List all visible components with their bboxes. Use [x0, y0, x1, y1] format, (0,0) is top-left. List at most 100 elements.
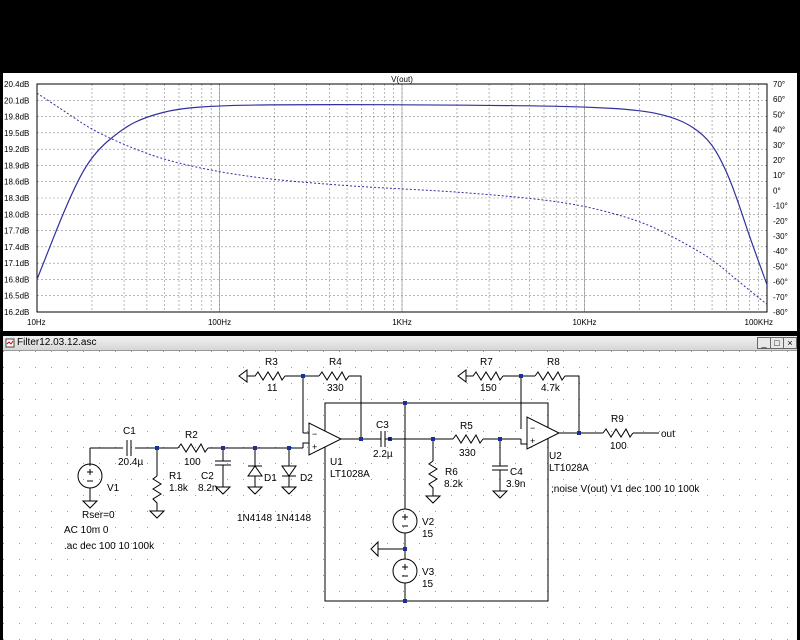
- value-d1: 1N4148: [237, 513, 272, 524]
- y-left-tick-label: 16.8dB: [4, 275, 29, 284]
- svg-text:−: −: [312, 429, 317, 439]
- y-right-tick-label: -70°: [773, 293, 788, 302]
- value-u2: LT1028A: [549, 463, 589, 474]
- waveform-plot-pane[interactable]: V(out) 20.4dB 20.1dB 19.8dB 19.5dB 19.2dB 18.…: [3, 73, 797, 331]
- label-r2: R2: [185, 430, 198, 441]
- bode-plot: V(out) 20.4dB 20.1dB 19.8dB 19.5dB 19.2dB 18.…: [4, 75, 788, 327]
- value-u1: LT1028A: [330, 469, 370, 480]
- schematic-canvas[interactable]: − + − + C1 20.4µ R2 100 R1 1.8k C2 8.2n …: [3, 351, 797, 640]
- x-axis-labels: 10Hz 100Hz 1KHz 10KHz 100KHz: [27, 318, 773, 327]
- label-r1: R1: [169, 471, 182, 482]
- value-c2: 8.2n: [198, 483, 217, 494]
- y-left-tick-label: 20.1dB: [4, 96, 29, 105]
- value-c3: 2.2µ: [373, 449, 393, 460]
- label-c3: C3: [376, 420, 389, 431]
- y-right-tick-label: 40°: [773, 126, 785, 135]
- y-right-tick-label: 10°: [773, 171, 785, 180]
- label-u1: U1: [330, 457, 343, 468]
- maximize-button[interactable]: □: [770, 337, 784, 349]
- schematic-grid: [3, 351, 797, 640]
- y-right-tick-label: 60°: [773, 95, 785, 104]
- y-left-tick-label: 16.5dB: [4, 292, 29, 301]
- value-v1-ac: AC 10m 0: [64, 525, 109, 536]
- label-c2: C2: [201, 471, 214, 482]
- y-right-tick-label: 0°: [773, 186, 781, 195]
- schematic-window[interactable]: Filter12.03.12.asc _ □ × − + − + C1 20.4…: [3, 336, 797, 640]
- schematic-doc-icon: [5, 338, 15, 348]
- label-c1: C1: [123, 426, 136, 437]
- label-c4: C4: [510, 467, 523, 478]
- y-right-tick-label: -10°: [773, 202, 788, 211]
- y-left-tick-label: 18.0dB: [4, 210, 29, 219]
- label-r6: R6: [445, 467, 458, 478]
- value-v3: 15: [422, 579, 434, 590]
- y-right-tick-label: -20°: [773, 217, 788, 226]
- plot-grid: [36, 83, 768, 313]
- value-c1: 20.4µ: [118, 457, 143, 468]
- minimize-button[interactable]: _: [757, 337, 771, 349]
- trace-label-vout[interactable]: V(out): [391, 75, 413, 84]
- y-left-tick-label: 19.2dB: [4, 145, 29, 154]
- x-tick-label: 10KHz: [572, 318, 596, 327]
- y-right-tick-label: 30°: [773, 141, 785, 150]
- y-left-tick-label: 18.3dB: [4, 194, 29, 203]
- noise-directive[interactable]: ;noise V(out) V1 dec 100 10 100k: [551, 484, 700, 495]
- window-titlebar[interactable]: Filter12.03.12.asc _ □ ×: [3, 336, 797, 351]
- window-title: Filter12.03.12.asc: [17, 337, 97, 348]
- svg-text:+: +: [530, 436, 535, 446]
- value-r8: 4.7k: [541, 383, 561, 394]
- y-right-tick-label: -80°: [773, 308, 788, 317]
- y-left-tick-label: 20.4dB: [4, 80, 29, 89]
- y-left-tick-label: 18.9dB: [4, 161, 29, 170]
- label-r7: R7: [480, 357, 493, 368]
- label-u2: U2: [549, 451, 562, 462]
- y-left-tick-label: 18.6dB: [4, 178, 29, 187]
- value-r6: 8.2k: [444, 479, 464, 490]
- y-left-tick-label: 17.4dB: [4, 243, 29, 252]
- value-r5: 330: [459, 448, 476, 459]
- x-tick-label: 100KHz: [745, 318, 773, 327]
- value-r2: 100: [184, 457, 201, 468]
- value-r7: 150: [480, 383, 497, 394]
- value-v2: 15: [422, 529, 434, 540]
- value-r4: 330: [327, 383, 344, 394]
- y-right-tick-label: 70°: [773, 80, 785, 89]
- y-right-tick-label: 50°: [773, 110, 785, 119]
- close-button[interactable]: ×: [783, 337, 797, 349]
- label-r9: R9: [611, 414, 624, 425]
- x-tick-label: 1KHz: [392, 318, 412, 327]
- y-right-tick-label: -30°: [773, 232, 788, 241]
- value-c4: 3.9n: [506, 479, 525, 490]
- y-left-tick-label: 17.1dB: [4, 259, 29, 268]
- label-v1: V1: [107, 483, 120, 494]
- svg-text:−: −: [530, 423, 535, 433]
- value-r1: 1.8k: [169, 483, 189, 494]
- y-right-tick-label: -40°: [773, 247, 788, 256]
- label-v3: V3: [422, 567, 435, 578]
- label-r3: R3: [265, 357, 278, 368]
- label-r4: R4: [329, 357, 342, 368]
- value-rser: Rser=0: [82, 510, 115, 521]
- label-r5: R5: [460, 421, 473, 432]
- y-right-tick-label: -50°: [773, 262, 788, 271]
- value-d2: 1N4148: [276, 513, 311, 524]
- y-left-tick-label: 16.2dB: [4, 308, 29, 317]
- y-left-axis-labels: 20.4dB 20.1dB 19.8dB 19.5dB 19.2dB 18.9dB 18.6…: [4, 80, 29, 317]
- net-label-out[interactable]: out: [661, 429, 675, 440]
- ac-directive[interactable]: .ac dec 100 10 100k: [64, 541, 155, 552]
- label-d1: D1: [264, 473, 277, 484]
- y-left-tick-label: 19.8dB: [4, 113, 29, 122]
- x-tick-label: 100Hz: [208, 318, 231, 327]
- value-r3: 11: [267, 383, 278, 394]
- label-r8: R8: [547, 357, 560, 368]
- x-tick-label: 10Hz: [27, 318, 46, 327]
- value-r9: 100: [610, 441, 627, 452]
- y-right-tick-label: 20°: [773, 156, 785, 165]
- y-right-axis-labels: 70° 60° 50° 40° 30° 20° 10° 0° -10° -20° -30° -40° -…: [773, 80, 788, 317]
- label-d2: D2: [300, 473, 313, 484]
- y-left-tick-label: 19.5dB: [4, 129, 29, 138]
- y-left-tick-label: 17.7dB: [4, 227, 29, 236]
- label-v2: V2: [422, 517, 435, 528]
- svg-text:+: +: [312, 442, 317, 452]
- y-right-tick-label: -60°: [773, 278, 788, 287]
